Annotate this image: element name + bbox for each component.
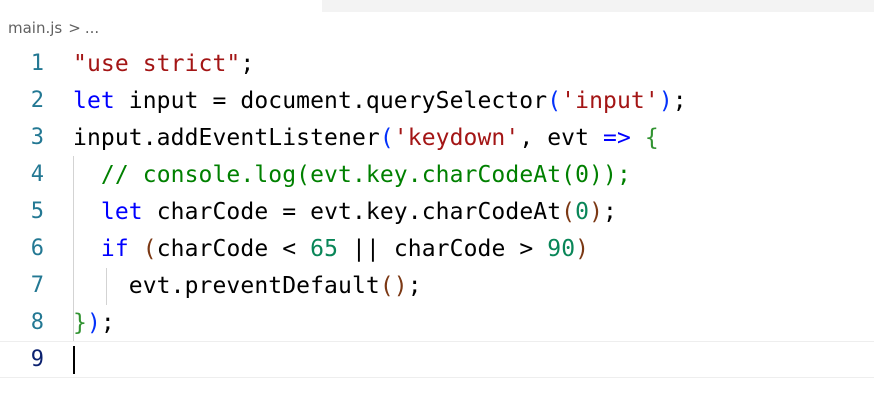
code-text: if (charCode < 65 || charCode > 90) (73, 236, 589, 262)
code-token: ) (393, 272, 408, 299)
code-token: || charCode > (338, 235, 548, 262)
code-token: ( (561, 198, 576, 225)
code-token: ) (589, 198, 604, 225)
code-token: evt.preventDefault (73, 272, 380, 299)
code-token: input.addEventListener (73, 124, 380, 151)
breadcrumb: main.js > ... (8, 17, 99, 39)
code-editor[interactable]: 1 "use strict"; 2 let input = document.quer… (0, 45, 874, 395)
code-token: ( (379, 124, 394, 151)
line-number: 8 (30, 310, 44, 335)
line-number: 3 (30, 125, 44, 150)
code-token: 90 (547, 235, 576, 262)
code-text: }); (73, 310, 115, 336)
code-token: input = document.querySelector (114, 87, 548, 114)
code-token: , evt (519, 124, 604, 151)
line-number: 6 (30, 236, 44, 261)
line-number: 1 (30, 51, 44, 76)
code-token: let (100, 198, 143, 225)
line-number: 9 (30, 347, 44, 372)
code-token: ) (658, 87, 673, 114)
breadcrumb-separator: > (68, 19, 81, 37)
line-number: 7 (30, 273, 44, 298)
code-token: ; (407, 272, 422, 299)
code-line[interactable]: 7 evt.preventDefault(); (0, 267, 874, 304)
code-line[interactable]: 2 let input = document.querySelector('inp… (0, 82, 874, 119)
code-token: 'keydown' (393, 124, 520, 151)
code-text: let input = document.querySelector('inpu… (73, 88, 687, 114)
code-token: "use strict" (73, 50, 241, 77)
code-token: // console.log(evt.key.charCodeAt(0)); (100, 161, 631, 188)
text-cursor (73, 346, 75, 374)
code-token: charCode = evt.key.charCodeAt (142, 198, 562, 225)
line-number: 2 (30, 88, 44, 113)
breadcrumb-file[interactable]: main.js (8, 19, 62, 37)
code-line[interactable]: 6 if (charCode < 65 || charCode > 90) (0, 230, 874, 267)
line-number: 5 (30, 199, 44, 224)
code-token: ) (575, 235, 590, 262)
code-token: ; (100, 309, 115, 336)
code-text: // console.log(evt.key.charCodeAt(0)); (73, 162, 631, 188)
code-text: evt.preventDefault(); (73, 273, 422, 299)
code-token: charCode < (156, 235, 311, 262)
code-token: ( (379, 272, 394, 299)
code-token: ) (86, 309, 101, 336)
code-token: } (73, 309, 87, 336)
code-token: let (73, 87, 115, 114)
code-token: ; (672, 87, 687, 114)
code-line[interactable]: 5 let charCode = evt.key.charCodeAt(0); (0, 193, 874, 230)
code-line[interactable]: 1 "use strict"; (0, 45, 874, 82)
line-number: 4 (30, 162, 44, 187)
code-token: ; (240, 50, 255, 77)
code-token: ; (603, 198, 617, 225)
breadcrumb-more[interactable]: ... (85, 19, 99, 37)
code-line[interactable]: 4 // console.log(evt.key.charCodeAt(0)); (0, 156, 874, 193)
code-text: let charCode = evt.key.charCodeAt(0); (73, 199, 617, 225)
code-token: 'input' (561, 87, 659, 114)
code-text: input.addEventListener('keydown', evt =>… (73, 125, 659, 151)
code-token: => (603, 124, 631, 151)
code-text: "use strict"; (73, 51, 254, 77)
tab-strip (0, 0, 874, 12)
code-line[interactable]: 8}); (0, 304, 874, 341)
code-line[interactable]: 3 input.addEventListener('keydown', evt =… (0, 119, 874, 156)
tab-main-js[interactable] (0, 0, 322, 12)
code-line[interactable]: 9 (0, 341, 874, 378)
code-token: { (644, 124, 659, 151)
code-token: 0 (575, 198, 590, 225)
code-token: if (100, 235, 129, 262)
code-token: 65 (310, 235, 339, 262)
code-token: ( (547, 87, 562, 114)
code-token: ( (142, 235, 157, 262)
